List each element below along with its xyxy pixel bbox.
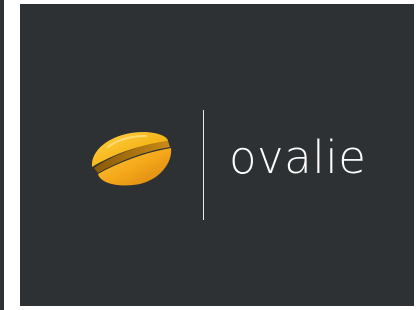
logo-panel: ovalie [20,4,414,306]
vertical-divider [203,110,204,220]
ovalie-logo-icon [92,132,172,186]
screen: ovalie [0,0,416,310]
left-edge-strip [0,0,4,310]
brand-wordmark: ovalie [229,131,367,184]
